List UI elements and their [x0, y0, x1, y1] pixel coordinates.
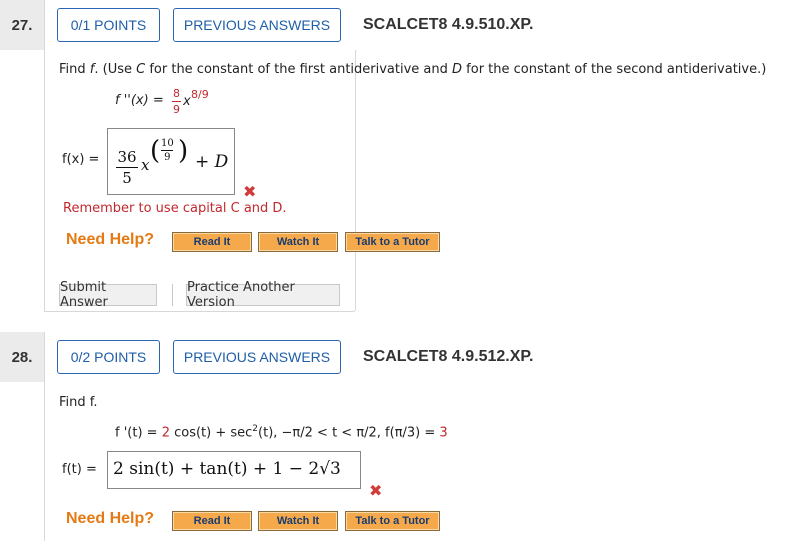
given-exponent: 8/9	[191, 88, 209, 101]
points-badge[interactable]: 0/2 POINTS	[57, 340, 160, 374]
feedback-message: Remember to use capital C and D.	[63, 201, 287, 216]
question-header-bar: 0/2 POINTS PREVIOUS ANSWERS SCALCET8 4.9…	[44, 332, 786, 382]
x-mark-icon: ✖	[243, 182, 257, 201]
practice-another-version-button[interactable]: Practice Another Version	[186, 280, 340, 310]
points-badge[interactable]: 0/1 POINTS	[57, 8, 160, 42]
question-header-bar: 0/1 POINTS PREVIOUS ANSWERS SCALCET8 4.9…	[44, 0, 786, 50]
x-mark-icon: ✖	[369, 481, 383, 500]
need-help-label: Need Help?	[66, 231, 155, 248]
read-it-button[interactable]: Read It	[172, 232, 252, 252]
question-number: 27.	[0, 0, 44, 50]
given-variable: x	[183, 94, 191, 109]
instructions: Find f. (Use C for the constant of the f…	[59, 62, 767, 77]
answer-coefficient: 36 5	[116, 148, 138, 187]
given-equation: f '(t) = 2 cos(t) + sec2(t), −π/2 < t < …	[115, 424, 448, 441]
talk-to-tutor-button[interactable]: Talk to a Tutor	[345, 232, 440, 252]
talk-to-tutor-button[interactable]: Talk to a Tutor	[345, 511, 440, 531]
answer-constant: + D	[195, 152, 229, 172]
previous-answers-button[interactable]: PREVIOUS ANSWERS	[173, 8, 341, 42]
question-number: 28.	[0, 332, 44, 382]
given-coefficient: 89	[172, 87, 181, 116]
close-paren: )	[178, 136, 189, 166]
answer-label: f(t) =	[62, 462, 97, 477]
read-it-button[interactable]: Read It	[172, 511, 252, 531]
open-paren: (	[150, 136, 161, 166]
instructions: Find f.	[59, 395, 98, 410]
need-help-label: Need Help?	[66, 510, 155, 527]
watch-it-button[interactable]: Watch It	[258, 232, 338, 252]
question-code: SCALCET8 4.9.512.XP.	[363, 348, 534, 365]
watch-it-button[interactable]: Watch It	[258, 511, 338, 531]
answer-variable: x	[141, 156, 150, 174]
answer-value: 2 sin(t) + tan(t) + 1 − 2√3	[113, 459, 341, 479]
given-lhs: f ''(x) =	[115, 93, 164, 108]
answer-label: f(x) =	[62, 152, 100, 167]
answer-exponent: 10 9	[161, 138, 174, 163]
button-divider	[172, 284, 173, 306]
question-code: SCALCET8 4.9.510.XP.	[363, 16, 534, 33]
submit-answer-button[interactable]: Submit Answer	[59, 280, 157, 310]
previous-answers-button[interactable]: PREVIOUS ANSWERS	[173, 340, 341, 374]
